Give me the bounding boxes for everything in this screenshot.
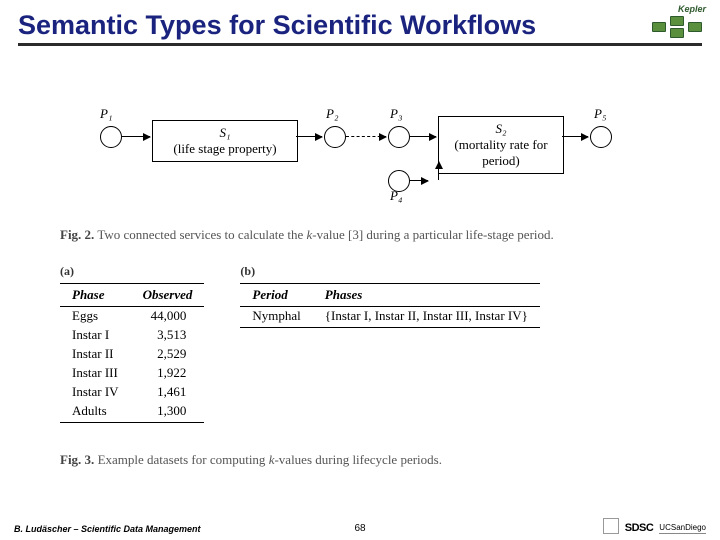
- service-s2-desc: (mortality rate for period): [441, 137, 561, 169]
- edge-p4-h: [410, 180, 428, 181]
- table-row: Instar I3,513: [60, 326, 204, 345]
- table-a-h0: Phase: [60, 283, 131, 306]
- fig2-text-b: -value [3] during a particular life-stag…: [312, 227, 553, 242]
- kepler-logo-text: Kepler: [678, 4, 706, 14]
- table-a-wrap: (a) Phase Observed Eggs44,000 Instar I3,…: [60, 264, 204, 424]
- affiliate-icon: [603, 518, 619, 534]
- slide-header: Semantic Types for Scientific Workflows …: [0, 0, 720, 50]
- port-label-p3: P₃: [390, 106, 402, 122]
- header-divider: [18, 43, 702, 46]
- table-b: Period Phases Nymphal {Instar I, Instar …: [240, 283, 539, 329]
- fig2-label: Fig. 2.: [60, 227, 94, 242]
- port-p2: [324, 126, 346, 148]
- table-b-h0: Period: [240, 283, 312, 306]
- footer-logos: SDSC UCSanDiego: [603, 518, 706, 534]
- table-b-h1: Phases: [313, 283, 540, 306]
- port-p3: [388, 126, 410, 148]
- edge-p2-p3: [346, 136, 386, 137]
- fig3-text-b: -values during lifecycle periods.: [274, 452, 442, 467]
- service-s2-name: S₂: [441, 121, 561, 137]
- table-row: Instar II2,529: [60, 345, 204, 364]
- edge-s2-p5: [562, 136, 588, 137]
- edge-p4-v: [438, 162, 439, 180]
- port-p4: [388, 170, 410, 192]
- port-label-p5: P₅: [594, 106, 606, 122]
- workflow-diagram: P₁ S₁ (life stage property) P₂ P₃ S₂ (mo…: [100, 78, 620, 208]
- port-p1: [100, 126, 122, 148]
- kepler-logo: Kepler: [650, 4, 706, 42]
- fig2-text-a: Two connected services to calculate the: [97, 227, 306, 242]
- table-row: Instar III1,922: [60, 364, 204, 383]
- port-label-p2: P₂: [326, 106, 338, 122]
- edge-p3-s2: [410, 136, 436, 137]
- fig3-label: Fig. 3.: [60, 452, 94, 467]
- edge-p1-s1: [122, 136, 150, 137]
- table-row: Adults1,300: [60, 402, 204, 423]
- page-title: Semantic Types for Scientific Workflows: [18, 10, 702, 41]
- table-b-wrap: (b) Period Phases Nymphal {Instar I, Ins…: [240, 264, 539, 329]
- edge-s1-p2: [296, 136, 322, 137]
- service-s1-desc: (life stage property): [155, 141, 295, 157]
- table-row: Instar IV1,461: [60, 383, 204, 402]
- port-label-p1: P₁: [100, 106, 112, 122]
- tables-area: (a) Phase Observed Eggs44,000 Instar I3,…: [60, 264, 660, 424]
- service-s2: S₂ (mortality rate for period): [438, 116, 564, 174]
- figure2-caption: Fig. 2. Two connected services to calcul…: [60, 226, 660, 244]
- table-a-h1: Observed: [131, 283, 205, 306]
- table-b-label: (b): [240, 264, 539, 279]
- sdsc-logo-text: SDSC: [625, 522, 654, 534]
- page-number: 68: [354, 523, 365, 534]
- service-s1-name: S₁: [155, 125, 295, 141]
- port-p5: [590, 126, 612, 148]
- ucsd-logo-text: UCSanDiego: [659, 523, 706, 534]
- table-row: Eggs44,000: [60, 306, 204, 326]
- table-a-label: (a): [60, 264, 204, 279]
- fig3-text-a: Example datasets for computing: [98, 452, 269, 467]
- service-s1: S₁ (life stage property): [152, 120, 298, 162]
- footer-attribution: B. Ludäscher – Scientific Data Managemen…: [14, 524, 201, 534]
- figure3-caption: Fig. 3. Example datasets for computing k…: [60, 451, 660, 469]
- table-a: Phase Observed Eggs44,000 Instar I3,513 …: [60, 283, 204, 424]
- table-row: Nymphal {Instar I, Instar II, Instar III…: [240, 306, 539, 328]
